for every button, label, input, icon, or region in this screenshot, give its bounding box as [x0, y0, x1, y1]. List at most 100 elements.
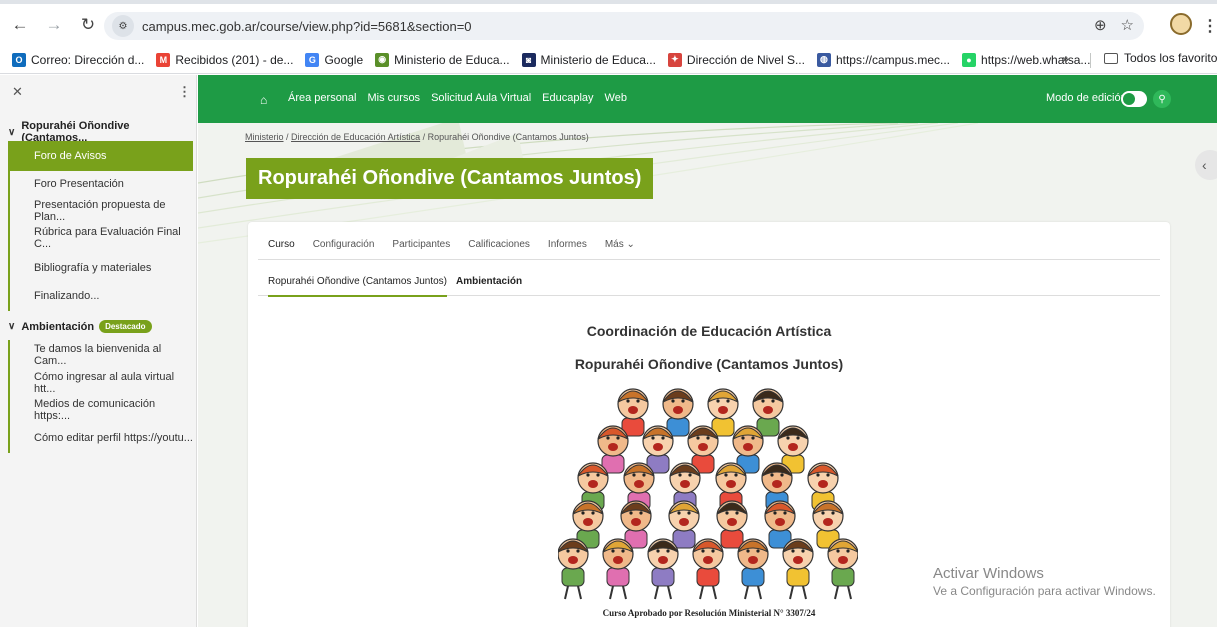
nav-link-mis-cursos[interactable]: Mis cursos	[368, 92, 421, 104]
secondary-navigation: Curso Configuración Participantes Califi…	[258, 238, 1160, 260]
tab-curso[interactable]: Curso	[268, 238, 295, 259]
edit-mode-toggle[interactable]	[1121, 91, 1147, 107]
bookmark-item[interactable]: ◍ https://campus.mec...	[816, 52, 951, 67]
reload-icon[interactable]: ↻	[74, 11, 102, 39]
close-icon[interactable]: ✕	[12, 84, 23, 100]
bookmark-label: Ministerio de Educa...	[394, 52, 510, 67]
drawer-item-foro-avisos[interactable]: Foro de Avisos	[8, 141, 193, 171]
site-info-icon[interactable]: ⚙	[112, 15, 134, 37]
bookmark-list: O Correo: Dirección d... M Recibidos (201) …	[0, 52, 1091, 67]
drawer-item-presentacion-propuesta[interactable]: Presentación propuesta de Plan...	[8, 196, 193, 226]
content-heading-course: Ropurahéi Oñondive (Cantamos Juntos)	[574, 356, 844, 372]
all-bookmarks-button[interactable]: Todos los favoritos	[1104, 51, 1217, 65]
breadcrumb-direccion[interactable]: Dirección de Educación Artística	[291, 132, 420, 142]
drawer-item-label: Te damos la bienvenida al Cam...	[34, 343, 162, 367]
chevron-down-icon: ∨	[8, 321, 16, 332]
bookmark-label: Dirección de Nivel S...	[686, 52, 805, 67]
primary-navigation: Área personal Mis cursos Solicitud Aula …	[288, 92, 627, 104]
drawer-item-foro-presentacion[interactable]: Foro Presentación	[8, 169, 193, 199]
profile-avatar-icon[interactable]	[1170, 13, 1192, 35]
watermark-title: Activar Windows	[933, 565, 1044, 582]
edit-mode-label: Modo de edición	[1046, 92, 1127, 104]
drawer-item-label: Foro Presentación	[34, 178, 124, 190]
tab-configuracion[interactable]: Configuración	[313, 238, 375, 259]
drawer-item-label: Cómo editar perfil https://youtu...	[34, 432, 193, 444]
bookmark-favicon-icon: ◙	[521, 52, 536, 67]
bookmark-favicon-icon: ✦	[667, 52, 682, 67]
drawer-item-finalizando[interactable]: Finalizando...	[8, 281, 193, 311]
bookmark-favicon-icon: ●	[962, 52, 977, 67]
bookmark-item[interactable]: G Google	[305, 52, 364, 67]
bookmarks-bar: O Correo: Dirección d... M Recibidos (201) …	[0, 46, 1217, 74]
page-title: Ropurahéi Oñondive (Cantamos Juntos)	[246, 158, 654, 199]
section-heading-ambientacion[interactable]: ∨ Ambientación Destacado	[8, 320, 152, 333]
subtab-ambientacion[interactable]: Ambientación	[456, 276, 522, 287]
drawer-item-label: Bibliografía y materiales	[34, 262, 152, 274]
breadcrumb-current: Ropurahéi Oñondive (Cantamos Juntos)	[427, 132, 589, 142]
forward-icon[interactable]: →	[40, 11, 68, 39]
windows-activation-watermark: Activar Windows Ve a Configuración para …	[933, 565, 1156, 598]
address-bar[interactable]: ⚙ campus.mec.gob.ar/course/view.php?id=5…	[104, 12, 1144, 40]
chevron-down-icon: ∨	[8, 126, 16, 138]
bookmark-item[interactable]: ◙ Ministerio de Educa...	[521, 52, 656, 67]
bookmarks-divider	[1090, 53, 1091, 68]
tab-mas[interactable]: Más ⌄	[605, 238, 635, 259]
course-page: Ministerio / Dirección de Educación Artí…	[198, 123, 1217, 627]
drawer-item-label: Rúbrica para Evaluación Final C...	[34, 226, 181, 250]
open-block-drawer-icon[interactable]: ‹	[1195, 150, 1217, 180]
zoom-icon[interactable]: ⊕	[1094, 16, 1107, 34]
breadcrumb-ministerio[interactable]: Ministerio	[245, 132, 284, 142]
bookmark-item[interactable]: ◉ Ministerio de Educa...	[375, 52, 510, 67]
bookmark-item[interactable]: ● https://web.whatsa...	[962, 52, 1091, 67]
nav-link-solicitud[interactable]: Solicitud Aula Virtual	[431, 92, 531, 104]
content-heading-coordination: Coordinación de Educación Artística	[586, 323, 832, 339]
drawer-item-editar-perfil[interactable]: Cómo editar perfil https://youtu...	[8, 423, 193, 453]
featured-badge: Destacado	[99, 320, 152, 333]
tab-informes[interactable]: Informes	[548, 238, 587, 259]
bookmark-favicon-icon: ◉	[375, 52, 390, 67]
bookmark-label: https://web.whatsa...	[981, 52, 1091, 67]
section-title: Ambientación	[21, 320, 95, 333]
bookmark-item[interactable]: ✦ Dirección de Nivel S...	[667, 52, 805, 67]
bookmark-label: Ministerio de Educa...	[540, 52, 656, 67]
section-tabs: Ropurahéi Oñondive (Cantamos Juntos) Amb…	[258, 269, 1160, 297]
watermark-subtitle: Ve a Configuración para activar Windows.	[933, 584, 1156, 598]
tab-calificaciones[interactable]: Calificaciones	[468, 238, 530, 259]
drawer-item-rubrica[interactable]: Rúbrica para Evaluación Final C...	[8, 223, 193, 253]
site-navbar: ⌂ Área personal Mis cursos Solicitud Aul…	[198, 75, 1217, 123]
bookmark-item[interactable]: M Recibidos (201) - de...	[156, 52, 294, 67]
bookmark-label: Correo: Dirección d...	[31, 52, 145, 67]
nav-link-area-personal[interactable]: Área personal	[288, 92, 357, 104]
home-icon[interactable]: ⌂	[260, 93, 267, 107]
back-icon[interactable]: ←	[6, 11, 34, 39]
bookmarks-overflow-button[interactable]: »	[1062, 52, 1069, 66]
course-index-drawer: ✕ ⋮ ∨ Ropurahéi Oñondive (Cantamos... Fo…	[0, 75, 197, 627]
drawer-item-label: Cómo ingresar al aula virtual htt...	[34, 371, 175, 395]
bookmark-label: Recibidos (201) - de...	[175, 52, 294, 67]
browser-toolbar: ← → ↻ ⚙ campus.mec.gob.ar/course/view.ph…	[0, 0, 1217, 46]
drawer-item-ingresar[interactable]: Cómo ingresar al aula virtual htt...	[8, 368, 193, 398]
bookmark-label: Google	[324, 52, 364, 67]
bookmark-star-icon[interactable]: ☆	[1121, 16, 1134, 34]
url-text[interactable]: campus.mec.gob.ar/course/view.php?id=568…	[142, 19, 472, 34]
drawer-item-label: Presentación propuesta de Plan...	[34, 199, 166, 223]
tab-participantes[interactable]: Participantes	[392, 238, 450, 259]
drawer-item-bibliografia[interactable]: Bibliografía y materiales	[8, 253, 193, 283]
drawer-item-medios[interactable]: Medios de comunicación https:...	[8, 395, 193, 425]
all-bookmarks-label: Todos los favoritos	[1124, 51, 1217, 65]
drawer-item-bienvenida[interactable]: Te damos la bienvenida al Cam...	[8, 340, 193, 370]
folder-icon	[1104, 52, 1118, 64]
subtab-course-section[interactable]: Ropurahéi Oñondive (Cantamos Juntos)	[268, 276, 447, 297]
nav-link-web[interactable]: Web	[605, 92, 627, 104]
drawer-item-label: Foro de Avisos	[34, 150, 107, 162]
drawer-item-label: Medios de comunicación https:...	[34, 398, 156, 422]
search-icon[interactable]: ⚲	[1153, 90, 1171, 108]
bookmark-favicon-icon: O	[12, 52, 26, 67]
browser-menu-icon[interactable]: ⋮	[1202, 16, 1217, 36]
bookmark-label: https://campus.mec...	[835, 52, 951, 67]
nav-link-educaplay[interactable]: Educaplay	[542, 92, 593, 104]
bookmark-item[interactable]: O Correo: Dirección d...	[12, 52, 145, 67]
breadcrumb: Ministerio / Dirección de Educación Artí…	[245, 132, 589, 142]
drawer-menu-icon[interactable]: ⋮	[178, 84, 191, 100]
singing-children-image	[558, 388, 858, 600]
